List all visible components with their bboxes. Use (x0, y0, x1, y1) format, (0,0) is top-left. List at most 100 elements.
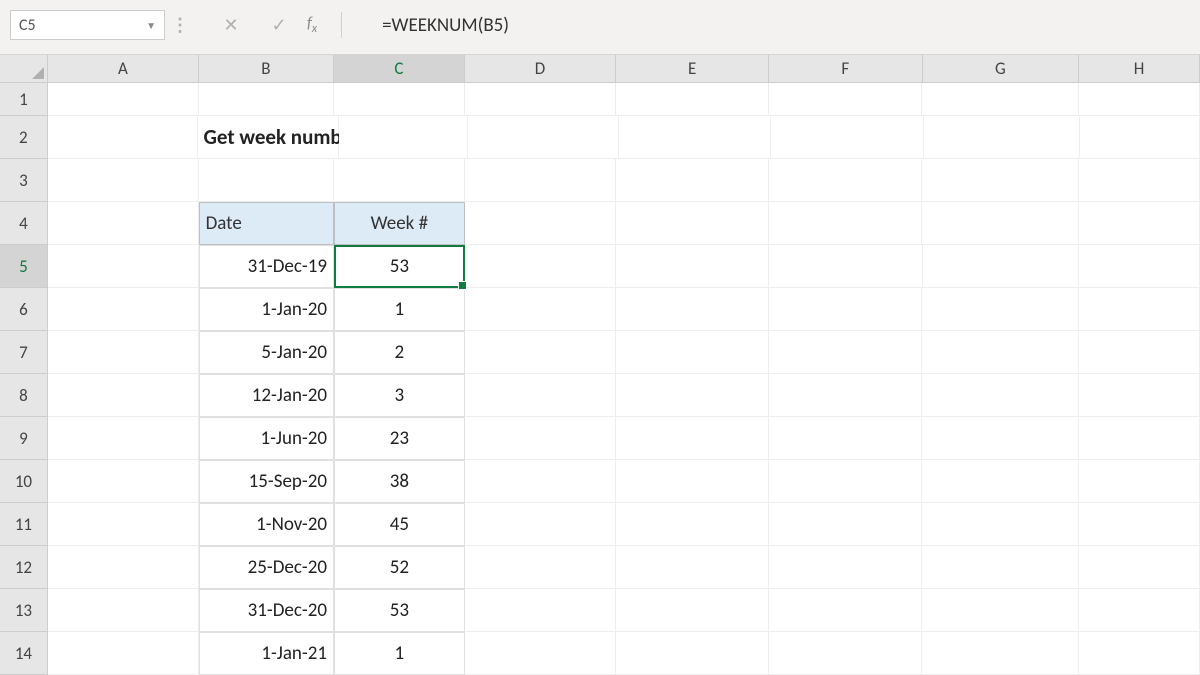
cell-D3[interactable] (465, 159, 617, 202)
cell-F11[interactable] (769, 503, 923, 546)
cancel-icon[interactable]: ✕ (221, 14, 241, 36)
cell-C6[interactable]: 1 (334, 288, 465, 331)
cell-C3[interactable] (334, 159, 465, 202)
row-header-12[interactable]: 12 (0, 546, 48, 589)
cell-A2[interactable] (48, 116, 198, 159)
col-header-B[interactable]: B (199, 55, 334, 83)
cell-C12[interactable]: 52 (334, 546, 465, 589)
cell-F4[interactable] (769, 202, 923, 245)
col-header-G[interactable]: G (923, 55, 1079, 83)
cell-D5[interactable] (465, 245, 617, 288)
cell-E10[interactable] (616, 460, 769, 503)
cell-A12[interactable] (48, 546, 199, 589)
cell-F12[interactable] (769, 546, 923, 589)
cell-G5[interactable] (923, 245, 1079, 288)
cell-F8[interactable] (769, 374, 923, 417)
cell-E13[interactable] (616, 589, 769, 632)
cell-C5[interactable]: 53 (334, 245, 465, 288)
row-header-10[interactable]: 10 (0, 460, 48, 503)
cell-H5[interactable] (1079, 245, 1200, 288)
enter-icon[interactable]: ✓ (269, 14, 289, 36)
cell-F13[interactable] (769, 589, 923, 632)
cell-D13[interactable] (465, 589, 617, 632)
cell-F7[interactable] (769, 331, 923, 374)
cell-B1[interactable] (199, 83, 334, 116)
col-header-H[interactable]: H (1079, 55, 1200, 83)
cell-H8[interactable] (1079, 374, 1200, 417)
cell-B6[interactable]: 1-Jan-20 (199, 288, 334, 331)
cell-G8[interactable] (922, 374, 1078, 417)
cell-A1[interactable] (48, 83, 199, 116)
row-header-1[interactable]: 1 (0, 83, 48, 116)
cell-G1[interactable] (922, 83, 1078, 116)
cell-G10[interactable] (922, 460, 1078, 503)
cell-A3[interactable] (48, 159, 199, 202)
cell-F1[interactable] (769, 83, 923, 116)
cell-B10[interactable]: 15-Sep-20 (199, 460, 334, 503)
cell-D1[interactable] (465, 83, 617, 116)
cell-C1[interactable] (334, 83, 465, 116)
cell-H9[interactable] (1079, 417, 1200, 460)
cell-C4[interactable]: Week # (334, 202, 465, 245)
cell-H1[interactable] (1079, 83, 1200, 116)
col-header-A[interactable]: A (48, 55, 199, 83)
cell-G12[interactable] (922, 546, 1078, 589)
cell-F9[interactable] (769, 417, 923, 460)
cell-B7[interactable]: 5-Jan-20 (199, 331, 334, 374)
cell-H6[interactable] (1079, 288, 1200, 331)
col-header-F[interactable]: F (769, 55, 923, 83)
cell-G6[interactable] (922, 288, 1078, 331)
cell-D7[interactable] (465, 331, 617, 374)
cell-H2[interactable] (1080, 116, 1200, 159)
name-box[interactable]: C5 ▼ (10, 10, 165, 40)
formula-input[interactable]: =WEEKNUM(B5) (356, 14, 1200, 37)
cell-E1[interactable] (616, 83, 769, 116)
cell-B13[interactable]: 31-Dec-20 (199, 589, 334, 632)
cell-B3[interactable] (199, 159, 334, 202)
cell-C11[interactable]: 45 (334, 503, 465, 546)
cell-B14[interactable]: 1-Jan-21 (199, 632, 334, 675)
cell-B12[interactable]: 25-Dec-20 (199, 546, 334, 589)
row-header-9[interactable]: 9 (0, 417, 48, 460)
cell-A4[interactable] (48, 202, 199, 245)
cell-E11[interactable] (616, 503, 769, 546)
cell-G2[interactable] (924, 116, 1080, 159)
cell-E7[interactable] (616, 331, 769, 374)
cell-H12[interactable] (1079, 546, 1200, 589)
cell-C7[interactable]: 2 (334, 331, 465, 374)
cell-D2[interactable] (468, 116, 619, 159)
cell-D10[interactable] (465, 460, 617, 503)
cell-E4[interactable] (616, 202, 769, 245)
cell-E9[interactable] (616, 417, 769, 460)
cell-F3[interactable] (769, 159, 923, 202)
cell-E5[interactable] (616, 245, 769, 288)
fx-icon[interactable]: fx (307, 14, 317, 36)
row-header-8[interactable]: 8 (0, 374, 48, 417)
cell-B9[interactable]: 1-Jun-20 (199, 417, 334, 460)
cell-B11[interactable]: 1-Nov-20 (199, 503, 334, 546)
cell-A6[interactable] (48, 288, 199, 331)
cell-G11[interactable] (922, 503, 1078, 546)
cell-E14[interactable] (616, 632, 769, 675)
cell-A7[interactable] (48, 331, 199, 374)
col-header-C[interactable]: C (334, 55, 465, 83)
row-header-11[interactable]: 11 (0, 503, 48, 546)
cell-C8[interactable]: 3 (334, 374, 465, 417)
chevron-down-icon[interactable]: ▼ (146, 19, 156, 32)
cell-C9[interactable]: 23 (334, 417, 465, 460)
cell-F10[interactable] (769, 460, 923, 503)
cell-E6[interactable] (616, 288, 769, 331)
cell-H3[interactable] (1079, 159, 1200, 202)
cell-H14[interactable] (1079, 632, 1200, 675)
select-all-corner[interactable] (0, 55, 48, 83)
cell-B2[interactable]: Get week number from date (198, 116, 339, 159)
cell-B4[interactable]: Date (199, 202, 334, 245)
cell-C14[interactable]: 1 (334, 632, 465, 675)
cell-D9[interactable] (465, 417, 617, 460)
row-header-5[interactable]: 5 (0, 245, 48, 288)
row-header-14[interactable]: 14 (0, 632, 48, 675)
cell-H7[interactable] (1079, 331, 1200, 374)
cell-G3[interactable] (922, 159, 1078, 202)
row-header-13[interactable]: 13 (0, 589, 48, 632)
cell-H11[interactable] (1079, 503, 1200, 546)
